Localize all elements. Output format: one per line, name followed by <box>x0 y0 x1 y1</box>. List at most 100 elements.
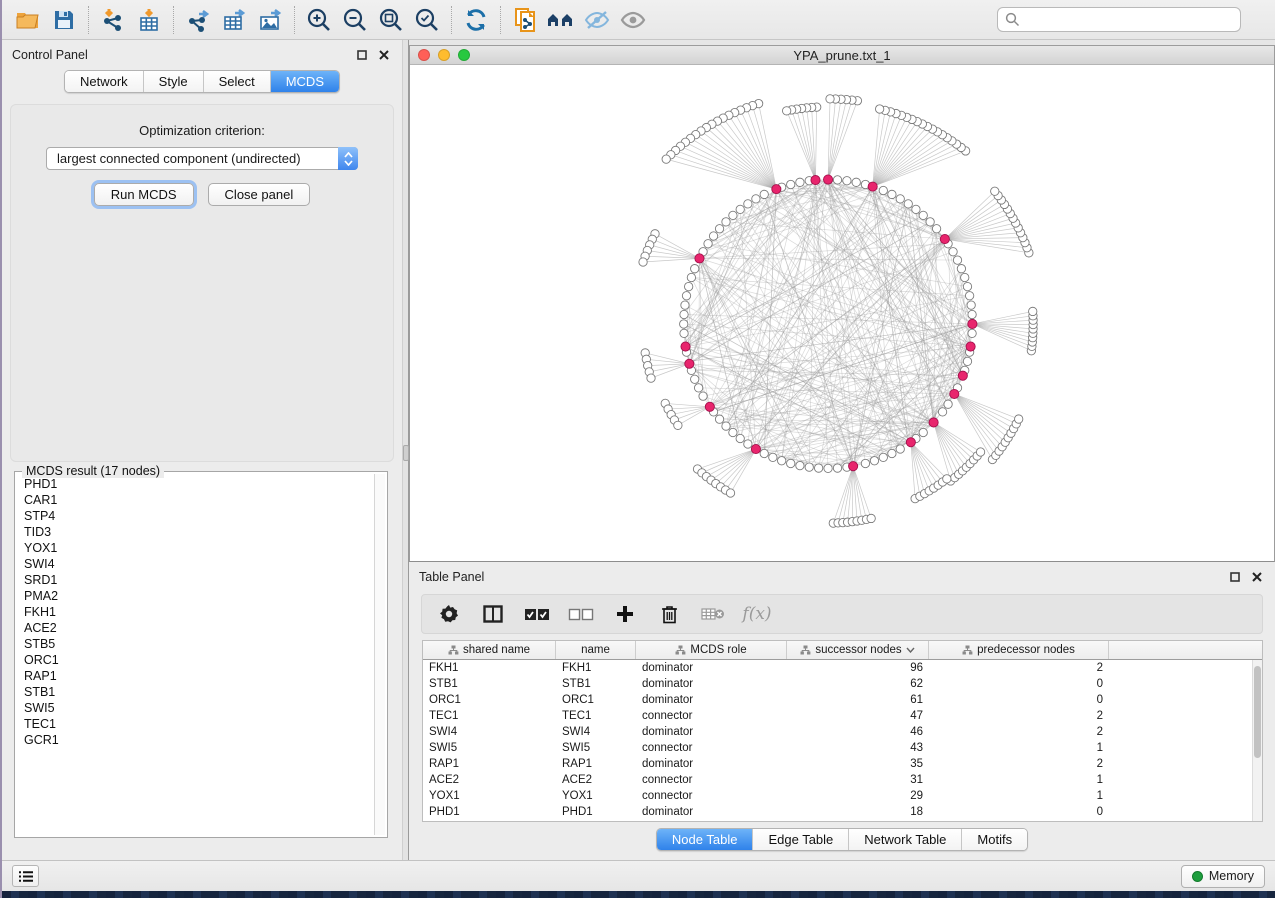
graph-hub-node[interactable] <box>950 389 959 398</box>
deselect-all-checks-button[interactable] <box>564 598 598 630</box>
show-task-history-button[interactable] <box>12 865 39 887</box>
table-row[interactable]: ORC1ORC1dominator610 <box>423 692 1262 708</box>
toggle-table-columns-button[interactable] <box>476 598 510 630</box>
save-session-button[interactable] <box>46 4 82 36</box>
hide-selected-button[interactable] <box>579 4 615 36</box>
graph-hub-node[interactable] <box>849 462 858 471</box>
export-network-button[interactable] <box>180 4 216 36</box>
result-list-item[interactable]: ORC1 <box>17 652 374 668</box>
table-row[interactable]: PHD1PHD1dominator180 <box>423 804 1262 820</box>
graph-hub-node[interactable] <box>695 254 704 263</box>
result-list-item[interactable]: SWI5 <box>17 700 374 716</box>
graph-hub-node[interactable] <box>705 402 714 411</box>
search-box[interactable] <box>997 7 1241 32</box>
graph-hub-node[interactable] <box>751 444 760 453</box>
export-image-button[interactable] <box>252 4 288 36</box>
import-table-button[interactable] <box>131 4 167 36</box>
tab-edge-table[interactable]: Edge Table <box>753 829 849 850</box>
copy-network-button[interactable] <box>507 4 543 36</box>
table-row[interactable]: YOX1YOX1connector291 <box>423 788 1262 804</box>
result-list-item[interactable]: SWI4 <box>17 556 374 572</box>
result-list-item[interactable]: STP4 <box>17 508 374 524</box>
mcds-result-list[interactable]: PHD1CAR1STP4TID3YOX1SWI4SRD1PMA2FKH1ACE2… <box>17 476 374 835</box>
table-settings-button[interactable] <box>432 598 466 630</box>
result-list-item[interactable]: CAR1 <box>17 492 374 508</box>
result-list-item[interactable]: STB1 <box>17 684 374 700</box>
zoom-in-button[interactable] <box>301 4 337 36</box>
result-list-item[interactable]: GCR1 <box>17 732 374 748</box>
tab-motifs[interactable]: Motifs <box>962 829 1027 850</box>
column-header-MCDS-role[interactable]: MCDS role <box>636 641 787 659</box>
result-list-item[interactable]: YOX1 <box>17 540 374 556</box>
graph-hub-node[interactable] <box>966 342 975 351</box>
graph-hub-node[interactable] <box>868 182 877 191</box>
result-list-item[interactable]: TID3 <box>17 524 374 540</box>
result-list-scrollbar[interactable] <box>374 474 385 835</box>
open-file-button[interactable] <box>10 4 46 36</box>
tab-node-table[interactable]: Node Table <box>657 829 754 850</box>
show-graphics-details-button[interactable] <box>615 4 651 36</box>
close-panel-button[interactable] <box>376 47 392 63</box>
tab-select[interactable]: Select <box>204 71 271 92</box>
column-header-name[interactable]: name <box>556 641 636 659</box>
result-list-item[interactable]: STB5 <box>17 636 374 652</box>
run-mcds-button[interactable]: Run MCDS <box>94 183 194 206</box>
table-row[interactable]: RAP1RAP1dominator352 <box>423 756 1262 772</box>
graph-hub-node[interactable] <box>958 371 967 380</box>
memory-status-button[interactable]: Memory <box>1181 865 1265 888</box>
result-list-item[interactable]: TEC1 <box>17 716 374 732</box>
table-row[interactable]: ACE2ACE2connector311 <box>423 772 1262 788</box>
panel-split-divider[interactable] <box>402 40 409 860</box>
table-row[interactable]: SWI4SWI4dominator462 <box>423 724 1262 740</box>
node-table: shared namenameMCDS rolesuccessor nodesp… <box>422 640 1263 822</box>
select-all-checks-button[interactable] <box>520 598 554 630</box>
table-row[interactable]: STB1STB1dominator620 <box>423 676 1262 692</box>
graph-hub-node[interactable] <box>772 185 781 194</box>
graph-hub-node[interactable] <box>823 175 832 184</box>
result-list-item[interactable]: RAP1 <box>17 668 374 684</box>
column-header-successor-nodes[interactable]: successor nodes <box>787 641 929 659</box>
zoom-fit-button[interactable] <box>373 4 409 36</box>
tab-mcds[interactable]: MCDS <box>271 71 339 92</box>
column-header-shared-name[interactable]: shared name <box>423 641 556 659</box>
float-panel-button[interactable] <box>354 47 370 63</box>
scrollbar-thumb[interactable] <box>1254 666 1261 758</box>
search-input[interactable] <box>1025 12 1233 27</box>
graph-hub-node[interactable] <box>811 176 820 185</box>
table-row[interactable]: SWI5SWI5connector431 <box>423 740 1262 756</box>
result-list-item[interactable]: PMA2 <box>17 588 374 604</box>
close-panel-button-mcds[interactable]: Close panel <box>208 183 311 206</box>
zoom-selected-button[interactable] <box>409 4 445 36</box>
graph-hub-node[interactable] <box>685 359 694 368</box>
graph-hub-node[interactable] <box>906 438 915 447</box>
result-list-item[interactable]: ACE2 <box>17 620 374 636</box>
cell-predecessor-nodes: 0 <box>929 804 1109 820</box>
delete-table-button[interactable] <box>696 598 730 630</box>
tab-network[interactable]: Network <box>65 71 144 92</box>
first-neighbors-button[interactable] <box>543 4 579 36</box>
result-list-item[interactable]: PHD1 <box>17 476 374 492</box>
close-table-panel-button[interactable] <box>1249 569 1265 585</box>
graph-hub-node[interactable] <box>681 342 690 351</box>
result-list-item[interactable]: FKH1 <box>17 604 374 620</box>
import-network-button[interactable] <box>95 4 131 36</box>
add-column-button[interactable] <box>608 598 642 630</box>
zoom-out-button[interactable] <box>337 4 373 36</box>
tab-style[interactable]: Style <box>144 71 204 92</box>
table-row[interactable]: TEC1TEC1connector472 <box>423 708 1262 724</box>
graph-hub-node[interactable] <box>968 319 977 328</box>
table-row[interactable]: FKH1FKH1dominator962 <box>423 660 1262 676</box>
result-list-item[interactable]: SRD1 <box>17 572 374 588</box>
network-canvas[interactable] <box>410 65 1274 561</box>
criterion-select[interactable]: largest connected component (undirected) <box>46 147 358 170</box>
graph-hub-node[interactable] <box>940 234 949 243</box>
export-table-button[interactable] <box>216 4 252 36</box>
delete-column-button[interactable] <box>652 598 686 630</box>
function-builder-button[interactable]: f(x) <box>740 598 774 630</box>
column-header-predecessor-nodes[interactable]: predecessor nodes <box>929 641 1109 659</box>
tab-network-table[interactable]: Network Table <box>849 829 962 850</box>
table-scrollbar[interactable] <box>1252 660 1262 821</box>
float-table-panel-button[interactable] <box>1227 569 1243 585</box>
graph-hub-node[interactable] <box>929 418 938 427</box>
refresh-layout-button[interactable] <box>458 4 494 36</box>
